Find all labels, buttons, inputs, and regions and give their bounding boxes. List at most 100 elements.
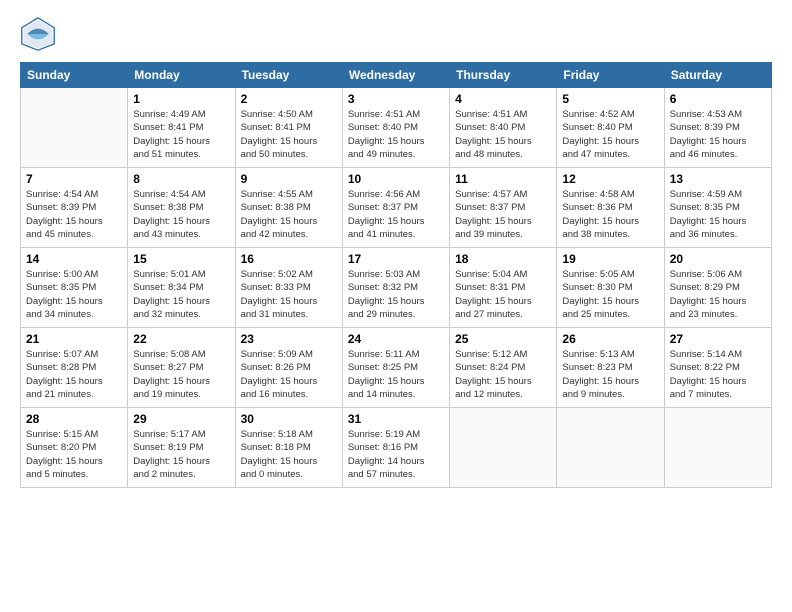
calendar-cell: 19Sunrise: 5:05 AMSunset: 8:30 PMDayligh… xyxy=(557,248,664,328)
daylight-text-line1: Daylight: 14 hours xyxy=(348,455,444,468)
sunrise-text: Sunrise: 5:19 AM xyxy=(348,428,444,441)
day-number: 27 xyxy=(670,332,766,346)
column-header-wednesday: Wednesday xyxy=(342,63,449,88)
sunset-text: Sunset: 8:30 PM xyxy=(562,281,658,294)
day-info: Sunrise: 5:15 AMSunset: 8:20 PMDaylight:… xyxy=(26,428,122,481)
calendar-cell: 16Sunrise: 5:02 AMSunset: 8:33 PMDayligh… xyxy=(235,248,342,328)
daylight-text-line2: and 39 minutes. xyxy=(455,228,551,241)
daylight-text-line1: Daylight: 15 hours xyxy=(670,375,766,388)
day-info: Sunrise: 4:52 AMSunset: 8:40 PMDaylight:… xyxy=(562,108,658,161)
sunset-text: Sunset: 8:25 PM xyxy=(348,361,444,374)
page: SundayMondayTuesdayWednesdayThursdayFrid… xyxy=(0,0,792,612)
sunset-text: Sunset: 8:24 PM xyxy=(455,361,551,374)
sunrise-text: Sunrise: 5:00 AM xyxy=(26,268,122,281)
day-info: Sunrise: 5:18 AMSunset: 8:18 PMDaylight:… xyxy=(241,428,337,481)
daylight-text-line1: Daylight: 15 hours xyxy=(670,135,766,148)
daylight-text-line2: and 34 minutes. xyxy=(26,308,122,321)
sunset-text: Sunset: 8:34 PM xyxy=(133,281,229,294)
logo xyxy=(20,16,60,52)
daylight-text-line2: and 5 minutes. xyxy=(26,468,122,481)
calendar-cell: 26Sunrise: 5:13 AMSunset: 8:23 PMDayligh… xyxy=(557,328,664,408)
day-info: Sunrise: 5:01 AMSunset: 8:34 PMDaylight:… xyxy=(133,268,229,321)
daylight-text-line1: Daylight: 15 hours xyxy=(26,375,122,388)
calendar-cell xyxy=(21,88,128,168)
sunrise-text: Sunrise: 4:49 AM xyxy=(133,108,229,121)
daylight-text-line1: Daylight: 15 hours xyxy=(133,215,229,228)
calendar-cell: 3Sunrise: 4:51 AMSunset: 8:40 PMDaylight… xyxy=(342,88,449,168)
day-info: Sunrise: 5:19 AMSunset: 8:16 PMDaylight:… xyxy=(348,428,444,481)
daylight-text-line1: Daylight: 15 hours xyxy=(241,455,337,468)
sunrise-text: Sunrise: 4:51 AM xyxy=(348,108,444,121)
sunrise-text: Sunrise: 5:09 AM xyxy=(241,348,337,361)
sunrise-text: Sunrise: 5:02 AM xyxy=(241,268,337,281)
day-info: Sunrise: 4:54 AMSunset: 8:39 PMDaylight:… xyxy=(26,188,122,241)
daylight-text-line2: and 19 minutes. xyxy=(133,388,229,401)
daylight-text-line1: Daylight: 15 hours xyxy=(241,215,337,228)
day-number: 4 xyxy=(455,92,551,106)
calendar-cell: 13Sunrise: 4:59 AMSunset: 8:35 PMDayligh… xyxy=(664,168,771,248)
sunrise-text: Sunrise: 5:14 AM xyxy=(670,348,766,361)
day-number: 15 xyxy=(133,252,229,266)
sunset-text: Sunset: 8:40 PM xyxy=(348,121,444,134)
daylight-text-line2: and 25 minutes. xyxy=(562,308,658,321)
calendar-week-4: 21Sunrise: 5:07 AMSunset: 8:28 PMDayligh… xyxy=(21,328,772,408)
calendar-cell: 25Sunrise: 5:12 AMSunset: 8:24 PMDayligh… xyxy=(450,328,557,408)
day-number: 20 xyxy=(670,252,766,266)
day-number: 13 xyxy=(670,172,766,186)
calendar-cell: 30 Sunrise: 5:18 AMSunset: 8:18 PMDayligh… xyxy=(235,408,342,488)
calendar-cell: 21Sunrise: 5:07 AMSunset: 8:28 PMDayligh… xyxy=(21,328,128,408)
daylight-text-line1: Daylight: 15 hours xyxy=(133,135,229,148)
day-info: Sunrise: 5:09 AMSunset: 8:26 PMDaylight:… xyxy=(241,348,337,401)
sunrise-text: Sunrise: 4:54 AM xyxy=(26,188,122,201)
daylight-text-line2: and 49 minutes. xyxy=(348,148,444,161)
day-number: 17 xyxy=(348,252,444,266)
sunrise-text: Sunrise: 5:03 AM xyxy=(348,268,444,281)
daylight-text-line1: Daylight: 15 hours xyxy=(26,455,122,468)
sunset-text: Sunset: 8:36 PM xyxy=(562,201,658,214)
daylight-text-line1: Daylight: 15 hours xyxy=(670,295,766,308)
sunset-text: Sunset: 8:40 PM xyxy=(455,121,551,134)
sunrise-text: Sunrise: 4:57 AM xyxy=(455,188,551,201)
day-number: 11 xyxy=(455,172,551,186)
day-info: Sunrise: 5:14 AMSunset: 8:22 PMDaylight:… xyxy=(670,348,766,401)
daylight-text-line2: and 43 minutes. xyxy=(133,228,229,241)
day-info: Sunrise: 4:49 AMSunset: 8:41 PMDaylight:… xyxy=(133,108,229,161)
day-number: 30 xyxy=(241,412,337,426)
sunset-text: Sunset: 8:31 PM xyxy=(455,281,551,294)
sunrise-text: Sunrise: 5:15 AM xyxy=(26,428,122,441)
day-info: Sunrise: 4:50 AMSunset: 8:41 PMDaylight:… xyxy=(241,108,337,161)
sunset-text: Sunset: 8:37 PM xyxy=(455,201,551,214)
sunrise-text: Sunrise: 5:08 AM xyxy=(133,348,229,361)
daylight-text-line2: and 31 minutes. xyxy=(241,308,337,321)
calendar-cell: 15 Sunrise: 5:01 AMSunset: 8:34 PMDayligh… xyxy=(128,248,235,328)
calendar-cell: 14Sunrise: 5:00 AMSunset: 8:35 PMDayligh… xyxy=(21,248,128,328)
day-info: Sunrise: 4:54 AMSunset: 8:38 PMDaylight:… xyxy=(133,188,229,241)
daylight-text-line1: Daylight: 15 hours xyxy=(455,135,551,148)
calendar-cell: 24Sunrise: 5:11 AMSunset: 8:25 PMDayligh… xyxy=(342,328,449,408)
column-header-tuesday: Tuesday xyxy=(235,63,342,88)
daylight-text-line2: and 27 minutes. xyxy=(455,308,551,321)
calendar-cell xyxy=(664,408,771,488)
daylight-text-line1: Daylight: 15 hours xyxy=(26,295,122,308)
daylight-text-line1: Daylight: 15 hours xyxy=(348,215,444,228)
daylight-text-line2: and 32 minutes. xyxy=(133,308,229,321)
sunrise-text: Sunrise: 4:50 AM xyxy=(241,108,337,121)
daylight-text-line2: and 14 minutes. xyxy=(348,388,444,401)
day-number: 19 xyxy=(562,252,658,266)
day-number: 22 xyxy=(133,332,229,346)
sunrise-text: Sunrise: 5:17 AM xyxy=(133,428,229,441)
daylight-text-line1: Daylight: 15 hours xyxy=(241,375,337,388)
sunrise-text: Sunrise: 4:52 AM xyxy=(562,108,658,121)
calendar-cell: 29Sunrise: 5:17 AMSunset: 8:19 PMDayligh… xyxy=(128,408,235,488)
day-info: Sunrise: 5:03 AMSunset: 8:32 PMDaylight:… xyxy=(348,268,444,321)
day-info: Sunrise: 5:07 AMSunset: 8:28 PMDaylight:… xyxy=(26,348,122,401)
day-info: Sunrise: 5:04 AMSunset: 8:31 PMDaylight:… xyxy=(455,268,551,321)
daylight-text-line2: and 23 minutes. xyxy=(670,308,766,321)
calendar-cell: 10Sunrise: 4:56 AMSunset: 8:37 PMDayligh… xyxy=(342,168,449,248)
day-number: 24 xyxy=(348,332,444,346)
day-number: 7 xyxy=(26,172,122,186)
day-number: 2 xyxy=(241,92,337,106)
calendar-header-row: SundayMondayTuesdayWednesdayThursdayFrid… xyxy=(21,63,772,88)
day-number: 10 xyxy=(348,172,444,186)
sunset-text: Sunset: 8:33 PM xyxy=(241,281,337,294)
